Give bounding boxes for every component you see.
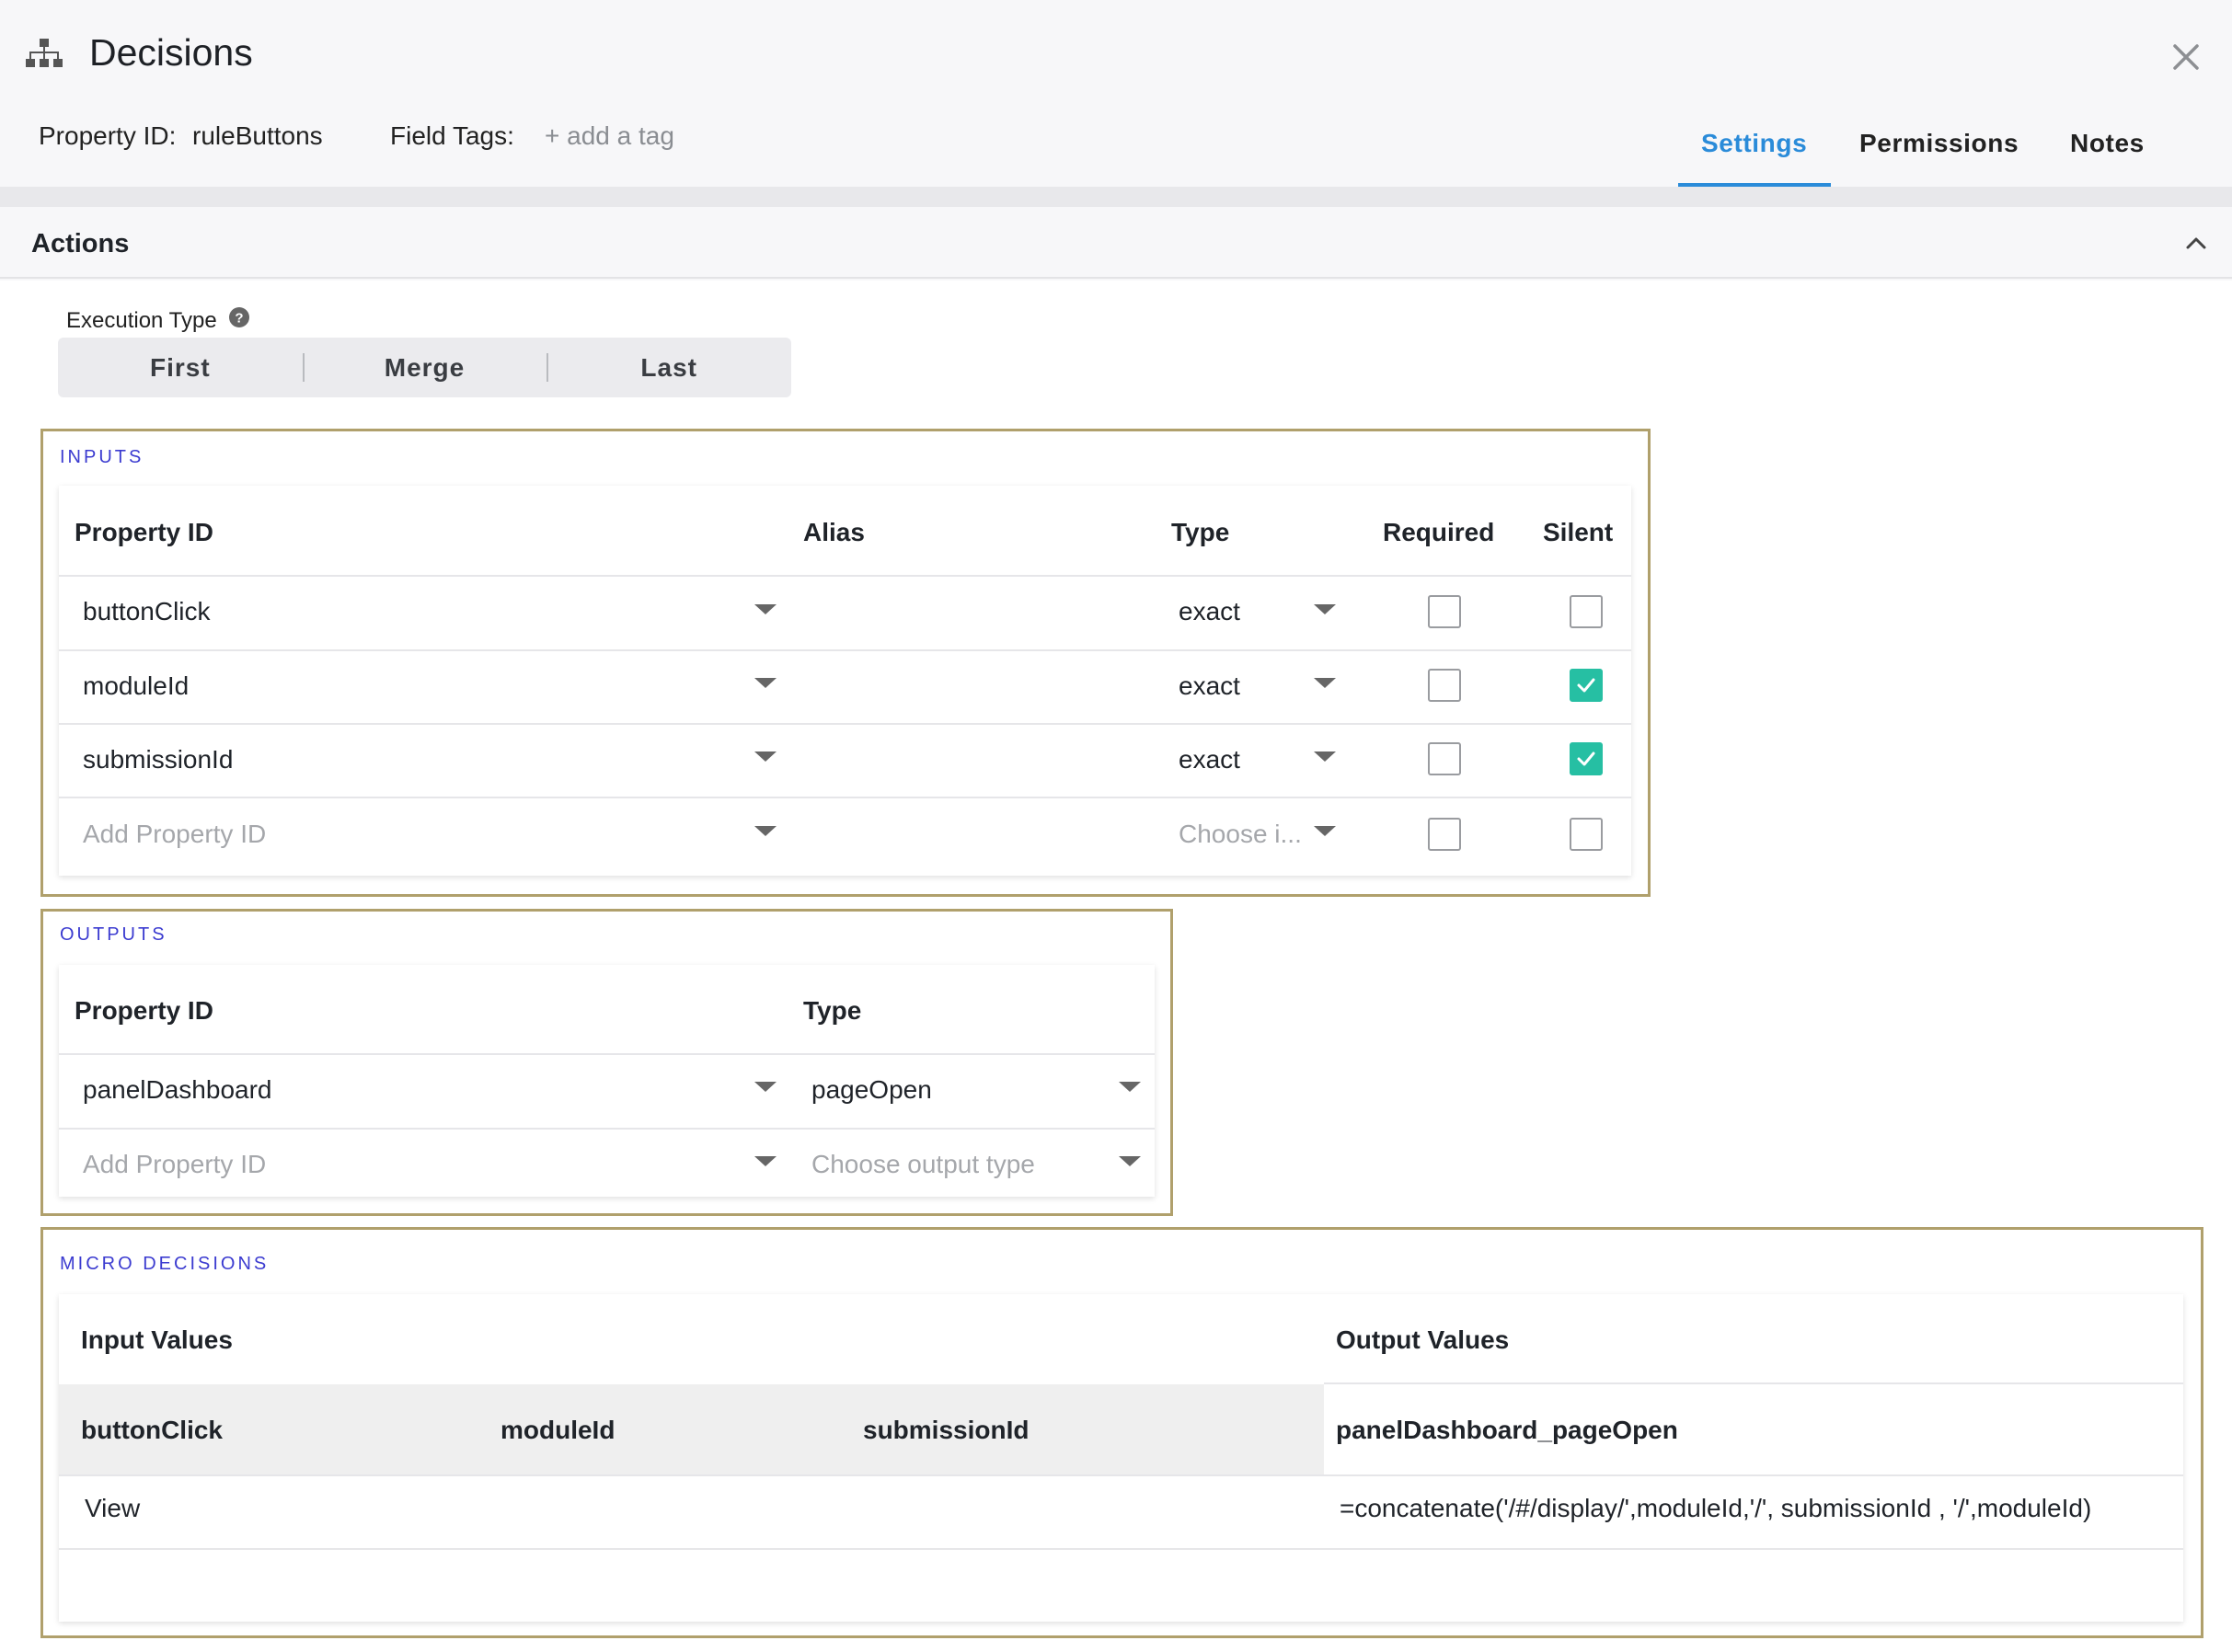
outputs-table: Property ID Type panelDashboard pageOpen…	[59, 965, 1155, 1197]
tab-permissions[interactable]: Permissions	[1859, 129, 2019, 158]
output-values-header: Output Values	[1336, 1325, 1510, 1354]
decision-input-value[interactable]: View	[85, 1494, 140, 1523]
input-property-id-select[interactable]: buttonClick	[83, 597, 211, 626]
input-columns-header-row	[59, 1384, 1324, 1474]
column-header-silent: Silent	[1543, 518, 1614, 546]
output-type-select[interactable]: pageOpen	[811, 1075, 932, 1105]
column-header-alias: Alias	[803, 518, 865, 546]
silent-checkbox[interactable]	[1570, 818, 1603, 851]
output-property-id-select[interactable]: panelDashboard	[83, 1075, 272, 1105]
row-divider	[59, 1548, 2183, 1550]
help-icon[interactable]: ?	[228, 306, 250, 328]
input-type-select[interactable]: exact	[1179, 745, 1240, 774]
property-id-value: ruleButtons	[192, 121, 323, 150]
required-checkbox[interactable]	[1428, 669, 1461, 702]
property-id-label: Property ID:	[39, 121, 177, 150]
chevron-down-icon[interactable]	[754, 604, 777, 614]
required-checkbox[interactable]	[1428, 818, 1461, 851]
add-input-type-select[interactable]: Choose i...	[1179, 820, 1302, 849]
row-divider	[59, 1128, 1155, 1130]
add-input-property-select[interactable]: Add Property ID	[83, 820, 266, 849]
chevron-down-icon[interactable]	[754, 751, 777, 762]
checkmark-icon	[1577, 751, 1595, 766]
chevron-down-icon[interactable]	[1314, 751, 1336, 762]
silent-checkbox[interactable]	[1570, 669, 1603, 702]
execution-type-label: Execution Type	[66, 308, 217, 333]
execution-first-button[interactable]: First	[58, 338, 303, 397]
chevron-down-icon[interactable]	[754, 1082, 777, 1092]
close-icon[interactable]	[2169, 40, 2203, 74]
micro-decisions-table: Input Values Output Values buttonClick m…	[59, 1294, 2183, 1622]
dialog-header: Decisions Property ID: ruleButtons Field…	[0, 0, 2232, 187]
input-column-submissionid: submissionId	[863, 1416, 1030, 1444]
execution-merge-button[interactable]: Merge	[302, 338, 547, 397]
input-values-header: Input Values	[81, 1325, 233, 1354]
row-divider	[59, 575, 1631, 577]
chevron-down-icon[interactable]	[754, 1156, 777, 1166]
svg-text:?: ?	[235, 311, 243, 327]
chevron-down-icon[interactable]	[754, 678, 777, 688]
inputs-title: INPUTS	[60, 447, 144, 467]
add-output-property-select[interactable]: Add Property ID	[83, 1150, 266, 1179]
output-column-paneldashboard-pageopen: panelDashboard_pageOpen	[1336, 1416, 1678, 1444]
column-header-property-id: Property ID	[75, 518, 213, 546]
dialog-title: Decisions	[89, 31, 253, 74]
chevron-down-icon[interactable]	[1119, 1156, 1141, 1166]
chevron-down-icon[interactable]	[754, 826, 777, 836]
input-type-select[interactable]: exact	[1179, 671, 1240, 701]
execution-type-toggle: First Merge Last	[58, 338, 791, 397]
execution-last-button[interactable]: Last	[546, 338, 791, 397]
input-property-id-select[interactable]: submissionId	[83, 745, 233, 774]
column-header-property-id: Property ID	[75, 996, 213, 1025]
checkmark-icon	[1577, 678, 1595, 693]
input-type-select[interactable]: exact	[1179, 597, 1240, 626]
input-column-moduleid: moduleId	[500, 1416, 616, 1444]
chevron-down-icon[interactable]	[1314, 604, 1336, 614]
row-divider	[59, 723, 1631, 725]
actions-section-header[interactable]: Actions	[0, 207, 2232, 279]
row-divider	[1324, 1382, 2183, 1384]
outputs-section: OUTPUTS Property ID Type panelDashboard …	[40, 909, 1173, 1216]
inputs-section: INPUTS Property ID Alias Type Required S…	[40, 429, 1651, 897]
silent-checkbox[interactable]	[1570, 742, 1603, 775]
tab-notes[interactable]: Notes	[2070, 129, 2145, 158]
row-divider	[59, 1053, 1155, 1055]
chevron-down-icon[interactable]	[1314, 826, 1336, 836]
row-divider	[59, 649, 1631, 651]
chevron-up-icon[interactable]	[2182, 229, 2210, 257]
actions-title: Actions	[31, 229, 130, 258]
column-header-required: Required	[1383, 518, 1495, 546]
chevron-down-icon[interactable]	[1119, 1082, 1141, 1092]
tab-settings[interactable]: Settings	[1701, 129, 1807, 158]
hierarchy-icon	[26, 39, 63, 67]
add-tag-link[interactable]: + add a tag	[545, 121, 674, 151]
chevron-down-icon[interactable]	[1314, 678, 1336, 688]
input-property-id-select[interactable]: moduleId	[83, 671, 189, 701]
add-output-type-select[interactable]: Choose output type	[811, 1150, 1035, 1179]
micro-decisions-title: MICRO DECISIONS	[60, 1254, 270, 1274]
row-divider	[59, 1474, 2183, 1476]
column-header-type: Type	[803, 996, 862, 1025]
inputs-table: Property ID Alias Type Required Silent b…	[59, 486, 1631, 876]
header-divider	[0, 187, 2232, 207]
row-divider	[59, 797, 1631, 798]
input-column-buttonclick: buttonClick	[81, 1416, 223, 1444]
silent-checkbox[interactable]	[1570, 595, 1603, 628]
column-header-type: Type	[1171, 518, 1230, 546]
decision-output-value[interactable]: =concatenate('/#/display/',moduleId,'/',…	[1340, 1494, 2091, 1523]
required-checkbox[interactable]	[1428, 595, 1461, 628]
micro-decisions-section: MICRO DECISIONS Input Values Output Valu…	[40, 1227, 2203, 1638]
required-checkbox[interactable]	[1428, 742, 1461, 775]
outputs-title: OUTPUTS	[60, 924, 167, 945]
field-tags-label: Field Tags:	[390, 121, 514, 150]
